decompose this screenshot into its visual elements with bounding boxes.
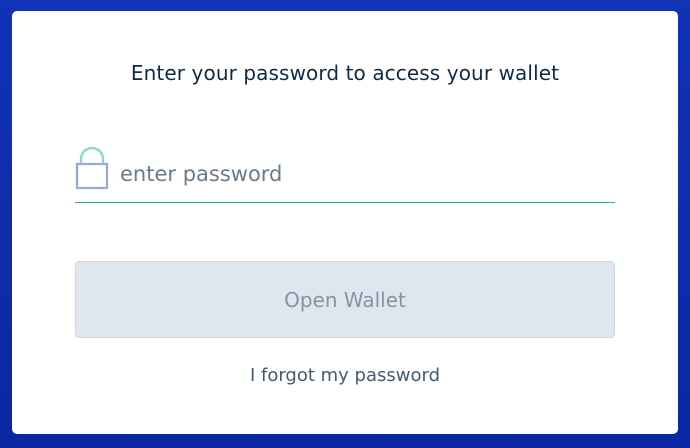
forgot-password-link[interactable]: I forgot my password [12,365,678,386]
lock-icon [75,146,109,190]
unlock-prompt: Enter your password to access your walle… [130,61,560,85]
password-input[interactable] [120,159,600,189]
open-wallet-button[interactable]: Open Wallet [75,261,615,338]
password-field[interactable] [75,143,615,203]
app-background: Enter your password to access your walle… [0,0,690,448]
unlock-card: Enter your password to access your walle… [12,11,678,434]
